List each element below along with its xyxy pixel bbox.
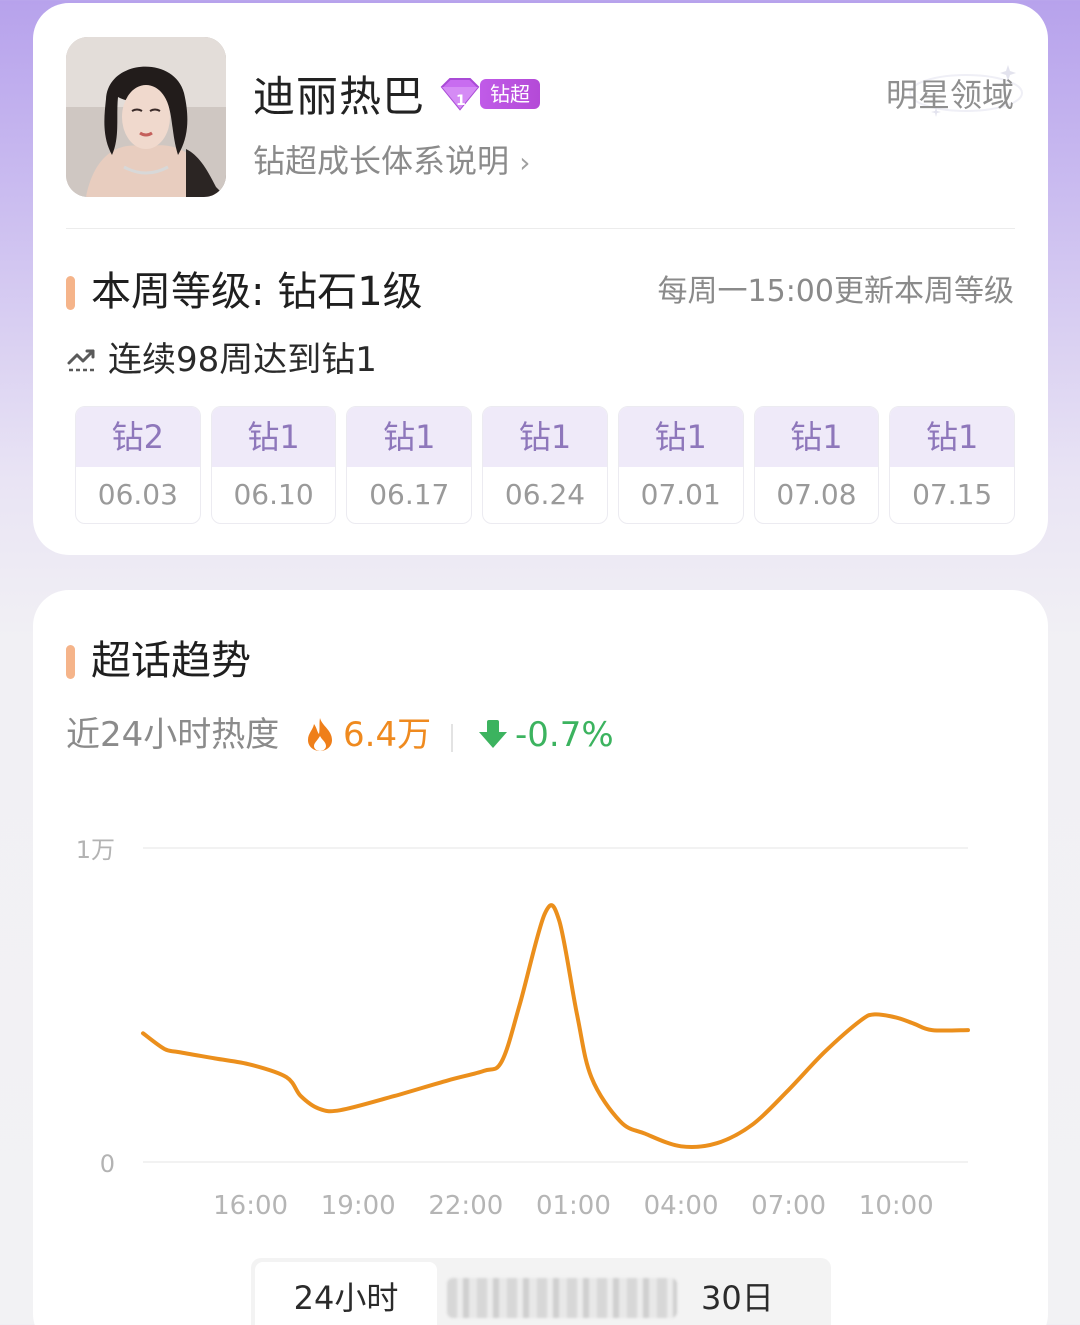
trend-line-chart: 1万 0 16:00 19:00 22:00 01:00 04:00 07:00 10:00 (76, 836, 970, 1221)
x-tick-label: 16:00 (213, 1191, 288, 1221)
x-tick-label: 22:00 (428, 1191, 503, 1221)
weekly-level-history: 钻2 06.03 钻1 06.10 钻1 06.17 钻1 06.24 钻1 07.01 … (75, 406, 1016, 524)
week-level: 钻1 (347, 407, 472, 467)
week-date: 06.10 (233, 478, 314, 511)
x-tick-label: 01:00 (536, 1191, 611, 1221)
week-date: 07.08 (776, 478, 857, 511)
user-name: 迪丽热巴 (253, 72, 426, 121)
x-tick-label: 07:00 (751, 1191, 826, 1221)
domain-tag-label: 明星领域 (885, 76, 1014, 114)
redacted-tab-area (447, 1278, 677, 1318)
y-tick-label: 0 (100, 1150, 115, 1178)
week-item[interactable]: 钻1 07.15 (889, 406, 1016, 524)
range-tab-bar: 24小时 30日 (251, 1258, 831, 1325)
growth-system-link[interactable]: 钻超成长体系说明 › (253, 139, 530, 185)
week-date: 06.24 (504, 478, 586, 511)
week-item[interactable]: 钻2 06.03 (75, 406, 201, 524)
week-level: 钻1 (211, 407, 336, 467)
tab-30d[interactable]: 30日 (701, 1262, 774, 1325)
week-item[interactable]: 钻1 07.08 (753, 406, 880, 524)
avatar-portrait (66, 37, 226, 197)
x-tick-label: 04:00 (644, 1191, 719, 1221)
week-item[interactable]: 钻1 06.10 (210, 406, 337, 524)
growth-link-label: 钻超成长体系说明 (253, 142, 510, 180)
avatar[interactable] (66, 37, 226, 197)
trend-up-icon (67, 349, 95, 372)
badge-label: 钻超 (480, 79, 540, 109)
divider (66, 228, 1015, 229)
domain-tag[interactable]: 明星领域 (885, 65, 1023, 117)
week-level: 钻2 (76, 407, 200, 467)
week-date: 07.15 (912, 478, 993, 511)
diamond-badge: 1 钻超 (436, 75, 544, 115)
heat-trend-line (141, 903, 970, 1149)
diamond-icon: 1 (440, 78, 480, 111)
week-item[interactable]: 钻1 06.24 (482, 406, 608, 524)
y-tick-label: 1万 (76, 836, 115, 864)
x-tick-label: 19:00 (321, 1191, 396, 1221)
trend-card: 超话趋势 近24小时热度 6.4万 -0.7% 1万 0 16:00 19:00 22:… (33, 590, 1048, 1325)
week-item[interactable]: 钻1 07.01 (617, 406, 744, 524)
streak-text: 连续98周达到钻1 (108, 340, 377, 380)
week-date: 06.17 (369, 478, 450, 511)
week-item[interactable]: 钻1 06.17 (346, 406, 473, 524)
x-tick-label: 10:00 (859, 1191, 934, 1221)
week-level: 钻1 (890, 407, 1015, 467)
weekly-level-title: 本周等级: 钻石1级 (91, 269, 423, 315)
section-accent-bar (66, 276, 75, 310)
profile-card: 迪丽热巴 1 钻超 钻超成长体系说明 › 明星领域 本周等级: 钻石1级 每周一… (33, 3, 1048, 555)
week-date: 06.03 (97, 478, 178, 511)
week-level: 钻1 (483, 407, 607, 467)
week-date: 07.01 (640, 478, 721, 511)
week-level: 钻1 (618, 407, 743, 467)
week-level: 钻1 (754, 407, 879, 467)
tab-24h[interactable]: 24小时 (255, 1262, 437, 1325)
update-note: 每周一15:00更新本周等级 (657, 274, 1014, 309)
svg-text:1: 1 (456, 93, 466, 109)
chevron-right-icon: › (519, 146, 531, 179)
